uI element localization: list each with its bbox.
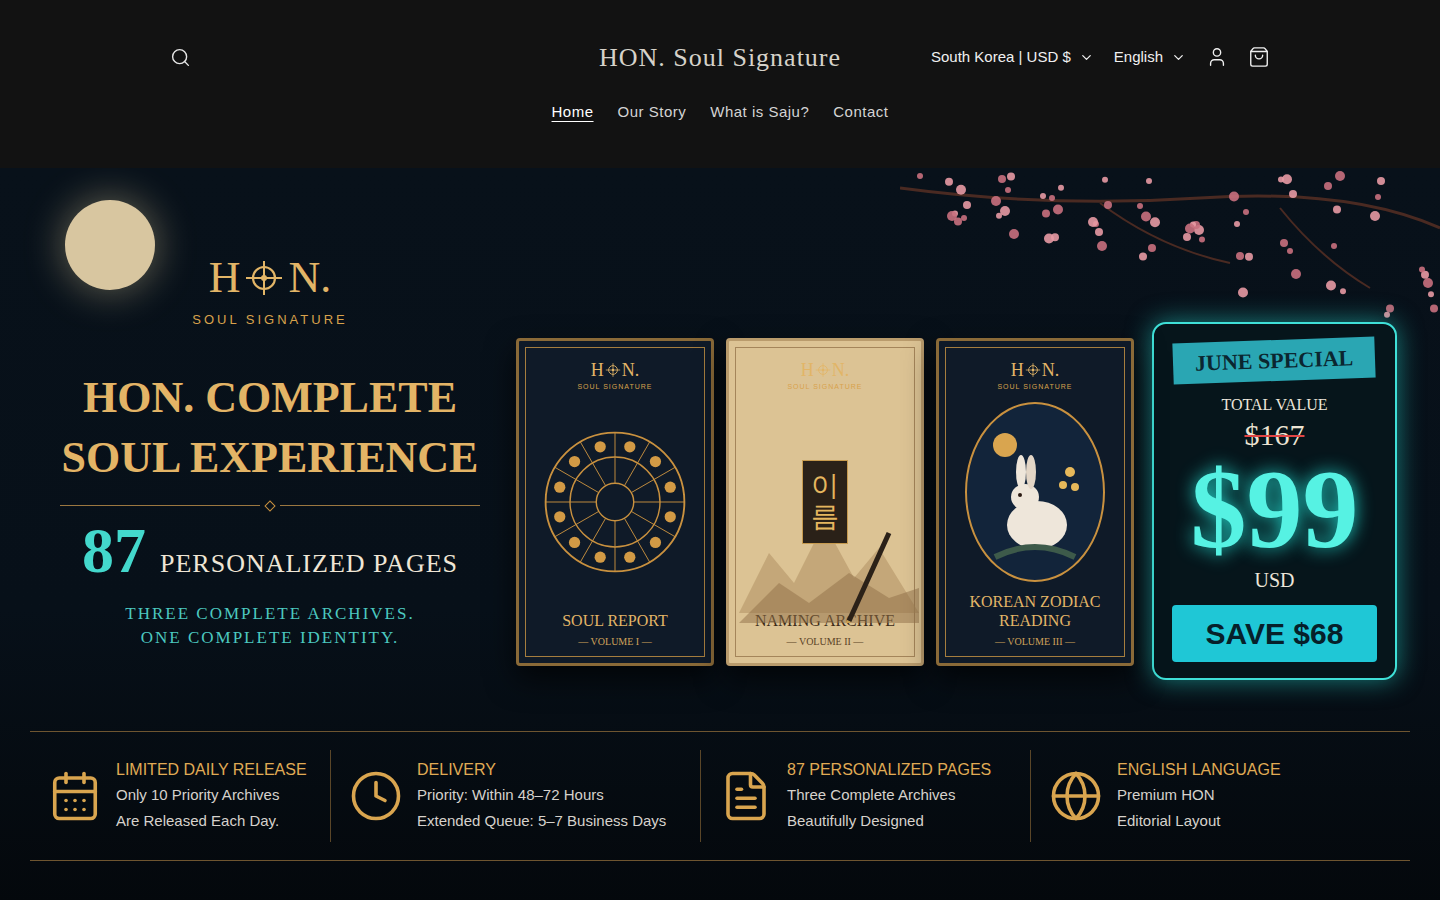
hon-logo: HN.SOUL SIGNATURE (577, 361, 652, 393)
feature-item: DELIVERYPriority: Within 48–72 HoursExte… (330, 750, 700, 842)
site-header: HON. Soul Signature South Korea | USD $ En… (0, 0, 1440, 168)
nav-link[interactable]: Home (552, 101, 594, 124)
nav-link[interactable]: Our Story (618, 101, 687, 124)
globe-icon (1049, 769, 1103, 823)
rabbit-icon (975, 417, 1095, 567)
logo-mark-icon (244, 258, 284, 298)
feature-title: DELIVERY (417, 758, 666, 782)
save-button[interactable]: SAVE $68 (1172, 605, 1377, 662)
hon-logo: HN.SOUL SIGNATURE (787, 361, 862, 393)
total-label: TOTAL VALUE (1221, 393, 1327, 417)
hero-title: SOUL EXPERIENCE (62, 428, 479, 488)
hero-subtitle: THREE COMPLETE ARCHIVES. (125, 602, 414, 626)
cart-icon[interactable] (1248, 46, 1270, 68)
clock-icon (349, 769, 403, 823)
hero-text: HN.SOUL SIGNATURE HON. COMPLETESOUL EXPER… (40, 256, 500, 650)
offer-currency: USD (1254, 565, 1294, 595)
feature-title: LIMITED DAILY RELEASE (116, 758, 307, 782)
chevron-down-icon (1079, 50, 1094, 65)
logo-mark-icon (1025, 362, 1041, 378)
language-selector[interactable]: English (1114, 46, 1186, 69)
moon (65, 200, 155, 290)
chevron-down-icon (1171, 50, 1186, 65)
account-icon[interactable] (1206, 46, 1228, 68)
hon-logo: HN.SOUL SIGNATURE (192, 256, 347, 330)
book-set: HN.SOUL SIGNATURE SOUL REPORT — VOLUME I —… (516, 256, 1134, 666)
rabbit-oval (965, 402, 1105, 582)
name-plaque: 이름 (802, 460, 848, 544)
pages-label: PERSONALIZED PAGES (160, 544, 458, 583)
brand-logo[interactable]: HON. Soul Signature (599, 38, 841, 77)
nav-link[interactable]: Contact (833, 101, 888, 124)
calendar-icon (48, 769, 102, 823)
zodiac-wheel-icon (540, 427, 690, 577)
feature-line: Extended Queue: 5–7 Business Days (417, 808, 666, 834)
feature-line: Priority: Within 48–72 Hours (417, 782, 666, 808)
pages-count: 87 (82, 516, 146, 586)
feature-line: Premium HON (1117, 782, 1281, 808)
feature-item: ENGLISH LANGUAGEPremium HONEditorial Lay… (1030, 750, 1410, 842)
hero-banner: HN.SOUL SIGNATURE HON. COMPLETESOUL EXPER… (0, 168, 1440, 900)
feature-line: Beautifully Designed (787, 808, 991, 834)
book-cover: HN.SOUL SIGNATURE이름NAMING ARCHIVE— VOLUM… (726, 338, 924, 666)
book-title: READING (999, 611, 1071, 630)
feature-line: Only 10 Priority Archives (116, 782, 307, 808)
cherry-blossom-icon (900, 168, 1440, 318)
nav-link[interactable]: What is Saju? (710, 101, 809, 124)
offer-price: $99 (1191, 453, 1359, 565)
hero-subtitle: ONE COMPLETE IDENTITY. (141, 626, 400, 650)
logo-mark-icon (605, 362, 621, 378)
book-cover: HN.SOUL SIGNATURE SOUL REPORT — VOLUME I — (516, 338, 714, 666)
feature-item: 87 PERSONALIZED PAGESThree Complete Arch… (700, 750, 1030, 842)
search-icon[interactable] (170, 47, 191, 68)
feature-line: Are Released Each Day. (116, 808, 307, 834)
book-title: KOREAN ZODIAC (969, 592, 1100, 611)
book-volume: — VOLUME I — (578, 634, 651, 649)
region-selector[interactable]: South Korea | USD $ (931, 46, 1094, 69)
feature-strip: LIMITED DAILY RELEASEOnly 10 Priority Ar… (30, 731, 1410, 861)
divider (60, 502, 480, 510)
offer-ribbon: JUNE SPECIAL (1173, 336, 1377, 384)
feature-item: LIMITED DAILY RELEASEOnly 10 Priority Ar… (30, 750, 330, 842)
page: HON. Soul Signature South Korea | USD $ En… (0, 0, 1440, 900)
book-volume: — VOLUME III — (995, 634, 1075, 649)
document-icon (719, 769, 773, 823)
feature-line: Three Complete Archives (787, 782, 991, 808)
offer-card[interactable]: JUNE SPECIAL TOTAL VALUE$167$99USD SAVE $6… (1152, 322, 1397, 680)
feature-line: Editorial Layout (1117, 808, 1281, 834)
hon-logo: HN.SOUL SIGNATURE (997, 361, 1072, 393)
logo-mark-icon (815, 362, 831, 378)
feature-title: ENGLISH LANGUAGE (1117, 758, 1281, 782)
book-volume: — VOLUME II — (787, 634, 864, 649)
book-cover: HN.SOUL SIGNATURE KOREAN ZODIACREADING — V… (936, 338, 1134, 666)
book-title: SOUL REPORT (562, 611, 668, 630)
old-price: $167 (1245, 417, 1305, 453)
main-nav: Home Our Story What is Saju? Contact (170, 94, 1270, 130)
hero-title: HON. COMPLETE (83, 368, 457, 428)
feature-title: 87 PERSONALIZED PAGES (787, 758, 991, 782)
